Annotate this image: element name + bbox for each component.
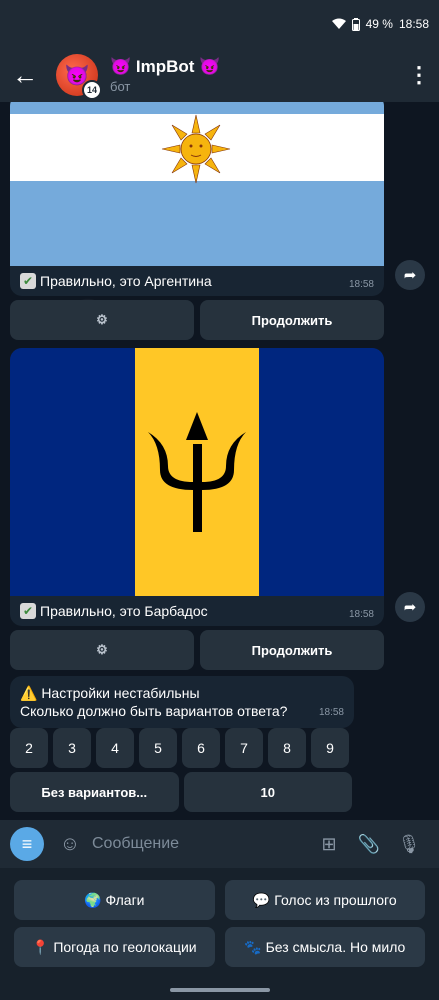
message-time: 18:58 (348, 609, 374, 620)
option-button-2[interactable]: 2 (10, 728, 48, 768)
argentina-flag-image (10, 102, 384, 266)
message-time: 18:58 (318, 707, 344, 718)
chat-title: 😈 ImpBot 😈 (110, 56, 221, 76)
option-button-5[interactable]: 5 (139, 728, 177, 768)
gear-icon: ⚙ (96, 642, 108, 657)
flags-button[interactable]: 🌍 Флаги (14, 880, 215, 920)
number-options: 2 3 4 5 6 7 8 9 (10, 728, 349, 768)
no-options-button[interactable]: Без вариантов... (10, 772, 179, 812)
option-button-9[interactable]: 9 (311, 728, 349, 768)
share-icon[interactable]: ➦ (395, 260, 425, 290)
chat-area[interactable]: ✔ Правильно, это Аргентина 18:58 ➦ ⚙ Про… (0, 102, 439, 820)
gear-icon: ⚙ (96, 312, 108, 327)
nonsense-button[interactable]: 🐾 Без смысла. Но мило (224, 927, 425, 967)
extra-options: Без вариантов... 10 (10, 772, 352, 812)
globe-icon: 🌍 (84, 891, 102, 908)
option-button-7[interactable]: 7 (225, 728, 263, 768)
share-icon[interactable]: ➦ (395, 592, 425, 622)
caption-text: Правильно, это Барбадос (40, 603, 208, 619)
weather-button[interactable]: 📍 Погода по геолокации (14, 927, 215, 967)
status-bar: 49 % 18:58 (0, 0, 439, 48)
wifi-icon (331, 18, 346, 30)
clock: 18:58 (398, 17, 429, 31)
inline-keyboard: ⚙ Продолжить (10, 630, 384, 670)
message-time: 18:58 (348, 279, 374, 290)
option-button-6[interactable]: 6 (182, 728, 220, 768)
message-input[interactable] (88, 824, 309, 864)
chat-subtitle: бот (110, 78, 131, 94)
arrow-left-icon[interactable]: ← (0, 48, 50, 102)
chat-title-block[interactable]: 😈 ImpBot 😈 бот (110, 57, 399, 94)
flag-message[interactable]: ✔ Правильно, это Аргентина 18:58 (10, 102, 384, 296)
flags-label: Флаги (105, 892, 145, 908)
option-button-3[interactable]: 3 (53, 728, 91, 768)
option-button-8[interactable]: 8 (268, 728, 306, 768)
chat-header: ← 😈 14 😈 ImpBot 😈 бот ⋮ (0, 48, 439, 102)
bot-commands-icon[interactable]: ⊞ (309, 834, 349, 855)
check-icon: ✔ (20, 273, 36, 289)
message-caption: ✔ Правильно, это Барбадос 18:58 (10, 596, 384, 626)
avatar-badge: 14 (82, 80, 102, 100)
microphone-icon[interactable]: 🎙 (389, 834, 429, 855)
continue-button[interactable]: Продолжить (200, 300, 384, 340)
option-button-10[interactable]: 10 (183, 772, 352, 812)
paw-icon: 🐾 (244, 938, 262, 955)
check-icon: ✔ (20, 603, 36, 619)
bot-keyboard-icon[interactable]: ≡ (10, 827, 44, 861)
nonsense-label: Без смысла. Но мило (265, 939, 406, 955)
reply-keyboard: 🌍 Флаги 💬 Голос из прошлого 📍 Погода по … (0, 868, 439, 1000)
barbados-flag-image (10, 348, 384, 596)
inline-keyboard: ⚙ Продолжить (10, 300, 384, 340)
continue-button[interactable]: Продолжить (200, 630, 384, 670)
pin-icon: 📍 (31, 938, 50, 955)
message-caption: ✔ Правильно, это Аргентина 18:58 (10, 266, 384, 296)
keyboard-row: 🌍 Флаги 💬 Голос из прошлого (14, 880, 425, 920)
home-indicator[interactable] (170, 988, 270, 992)
voice-label: Голос из прошлого (274, 892, 397, 908)
settings-message[interactable]: ⚠️ Настройки нестабильны Сколько должно … (10, 676, 354, 728)
battery-icon (351, 17, 360, 31)
settings-button[interactable]: ⚙ (10, 630, 194, 670)
message-input-bar: ≡ ☺ ⊞ 📎 🎙 (0, 820, 439, 868)
settings-warning: ⚠️ Настройки нестабильны (20, 685, 200, 701)
settings-button[interactable]: ⚙ (10, 300, 194, 340)
settings-question: Сколько должно быть вариантов ответа? (20, 703, 288, 719)
attach-icon[interactable]: 📎 (349, 834, 389, 855)
keyboard-row: 📍 Погода по геолокации 🐾 Без смысла. Но … (14, 927, 425, 967)
voice-from-past-button[interactable]: 💬 Голос из прошлого (224, 880, 425, 920)
emoji-icon[interactable]: ☺ (52, 833, 88, 856)
speech-bubble-icon: 💬 (252, 891, 271, 908)
weather-label: Погода по геолокации (53, 939, 197, 955)
flag-message[interactable]: ✔ Правильно, это Барбадос 18:58 (10, 348, 384, 626)
caption-text: Правильно, это Аргентина (40, 273, 212, 289)
avatar[interactable]: 😈 14 (56, 54, 102, 100)
option-button-4[interactable]: 4 (96, 728, 134, 768)
more-vertical-icon[interactable]: ⋮ (399, 62, 439, 88)
battery-level: 49 % (365, 17, 393, 31)
